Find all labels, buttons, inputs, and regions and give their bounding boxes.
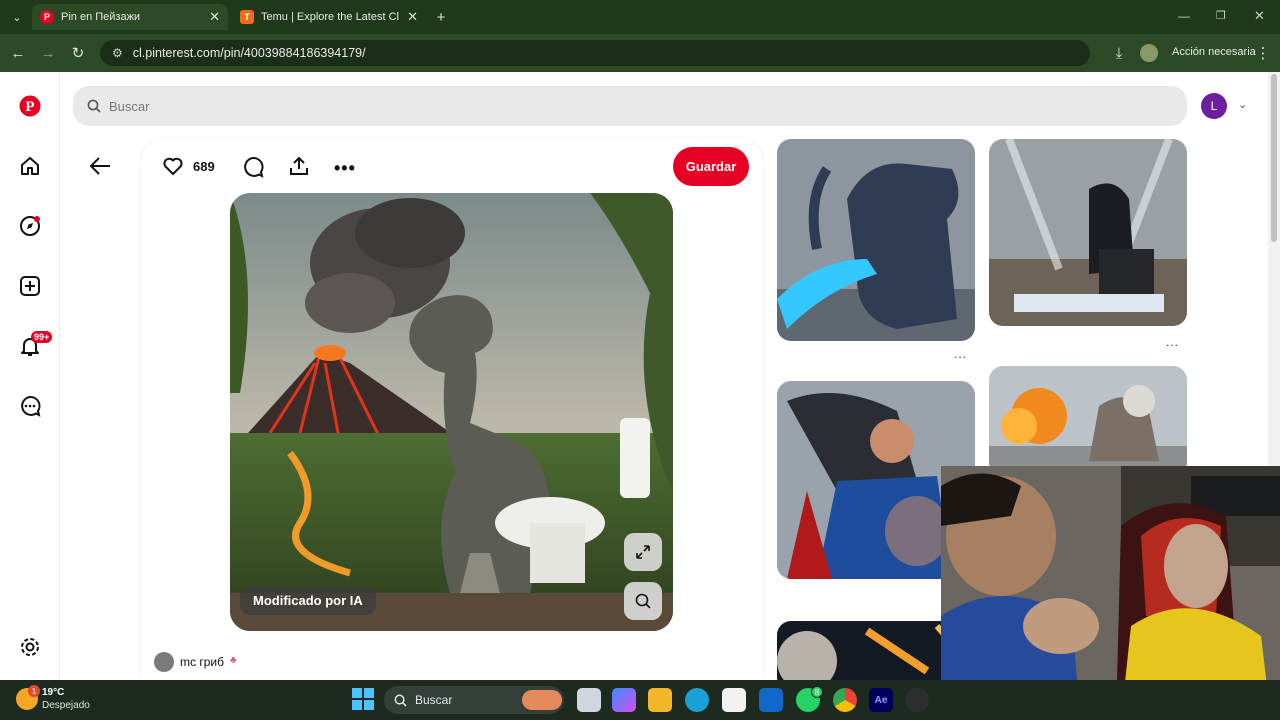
- copilot-icon[interactable]: [612, 688, 636, 712]
- temu-favicon-icon: T: [240, 10, 254, 24]
- pinterest-sidebar: P 99+: [0, 72, 60, 680]
- close-tab-icon[interactable]: ✕: [407, 9, 418, 25]
- account-chevron-down-icon[interactable]: ⌄: [1238, 98, 1247, 111]
- back-icon[interactable]: ←: [7, 42, 29, 64]
- menu-kebab-icon[interactable]: ⋮: [1252, 42, 1274, 64]
- whatsapp-badge: 8: [811, 686, 823, 698]
- url-text: cl.pinterest.com/pin/40039884186394179/: [132, 46, 366, 60]
- search-highlight-image[interactable]: [522, 690, 562, 710]
- file-explorer-icon[interactable]: [648, 688, 672, 712]
- chrome-icon[interactable]: [833, 688, 857, 712]
- related-pin-godzilla-fire[interactable]: [777, 139, 975, 341]
- settings-gear-icon[interactable]: [18, 635, 42, 659]
- restore-icon[interactable]: ❐: [1216, 9, 1226, 22]
- temperature: 19°C: [42, 687, 65, 698]
- pinterest-logo-icon[interactable]: P: [18, 94, 42, 118]
- create-plus-icon[interactable]: [18, 274, 42, 298]
- home-icon[interactable]: [18, 154, 42, 178]
- after-effects-icon[interactable]: Ae: [869, 688, 893, 712]
- like-button[interactable]: 689: [162, 155, 215, 177]
- comment-icon[interactable]: [242, 156, 264, 183]
- taskbar-search-placeholder: Buscar: [415, 693, 453, 707]
- back-arrow-icon[interactable]: [88, 153, 114, 179]
- author-avatar[interactable]: [154, 652, 174, 672]
- svg-text:P: P: [25, 99, 34, 115]
- pin-main-image[interactable]: Modificado por IA: [230, 193, 673, 631]
- ai-modified-badge: Modificado por IA: [240, 586, 376, 615]
- profile-avatar-icon[interactable]: [1140, 44, 1158, 62]
- pinterest-favicon-icon: P: [40, 10, 54, 24]
- edge-icon[interactable]: [685, 688, 709, 712]
- mushroom-emoji-icon: ♣: [230, 655, 237, 666]
- search-icon: [87, 99, 101, 113]
- tab-strip: ⌄ P Pin en Пейзажи ✕ T Temu | Explore th…: [0, 0, 1280, 34]
- search-icon: [394, 694, 407, 707]
- obs-icon[interactable]: [905, 688, 929, 712]
- messages-icon[interactable]: [18, 394, 42, 418]
- more-options-icon[interactable]: •••: [334, 158, 356, 179]
- like-count: 689: [193, 158, 215, 174]
- visual-search-icon[interactable]: [624, 582, 662, 620]
- minimize-icon[interactable]: —: [1178, 9, 1190, 23]
- share-icon[interactable]: [288, 155, 310, 182]
- related-pin-grandma-fire[interactable]: [989, 366, 1187, 476]
- weather-alert-badge: 1: [28, 685, 40, 697]
- user-avatar[interactable]: L: [1201, 93, 1227, 119]
- tab-pinterest[interactable]: P Pin en Пейзажи ✕: [32, 4, 228, 30]
- pin-more-icon[interactable]: ...: [954, 347, 967, 361]
- reload-icon[interactable]: ↻: [67, 42, 89, 64]
- tab-search-chevron-icon[interactable]: ⌄: [6, 6, 28, 28]
- outlook-icon[interactable]: [759, 688, 783, 712]
- new-tab-button[interactable]: +: [430, 6, 452, 28]
- task-view-icon[interactable]: [577, 688, 601, 712]
- site-info-icon[interactable]: ⚙: [112, 46, 123, 60]
- weather-condition: Despejado: [42, 700, 90, 711]
- forward-icon[interactable]: →: [37, 42, 59, 64]
- heart-icon: [163, 157, 183, 175]
- close-window-icon[interactable]: ✕: [1254, 8, 1265, 24]
- profile-action-label[interactable]: Acción necesaria: [1172, 46, 1256, 58]
- download-icon[interactable]: ⤓: [1108, 42, 1130, 64]
- scrollbar-thumb[interactable]: [1271, 74, 1277, 242]
- explore-compass-icon[interactable]: [18, 214, 42, 238]
- search-placeholder: Buscar: [109, 98, 150, 114]
- author-name[interactable]: mc гриб: [180, 655, 224, 669]
- tab-temu[interactable]: T Temu | Explore the Latest Cloth ✕: [232, 4, 426, 30]
- pin-more-icon[interactable]: ...: [1166, 335, 1179, 349]
- expand-icon[interactable]: [624, 533, 662, 571]
- tab-title: Temu | Explore the Latest Cloth: [261, 11, 399, 23]
- search-input[interactable]: Buscar: [73, 86, 1187, 126]
- address-bar[interactable]: ⚙ cl.pinterest.com/pin/40039884186394179…: [100, 40, 1090, 66]
- windows-taskbar: 1 19°C Despejado: [0, 680, 1280, 720]
- close-tab-icon[interactable]: ✕: [209, 9, 220, 25]
- related-pin-stage-toilet[interactable]: [989, 139, 1187, 326]
- microsoft-store-icon[interactable]: [722, 688, 746, 712]
- save-button[interactable]: Guardar: [673, 147, 749, 186]
- tab-title: Pin en Пейзажи: [61, 11, 141, 23]
- windows-start-icon[interactable]: [352, 688, 374, 710]
- notifications-badge: 99+: [31, 331, 53, 343]
